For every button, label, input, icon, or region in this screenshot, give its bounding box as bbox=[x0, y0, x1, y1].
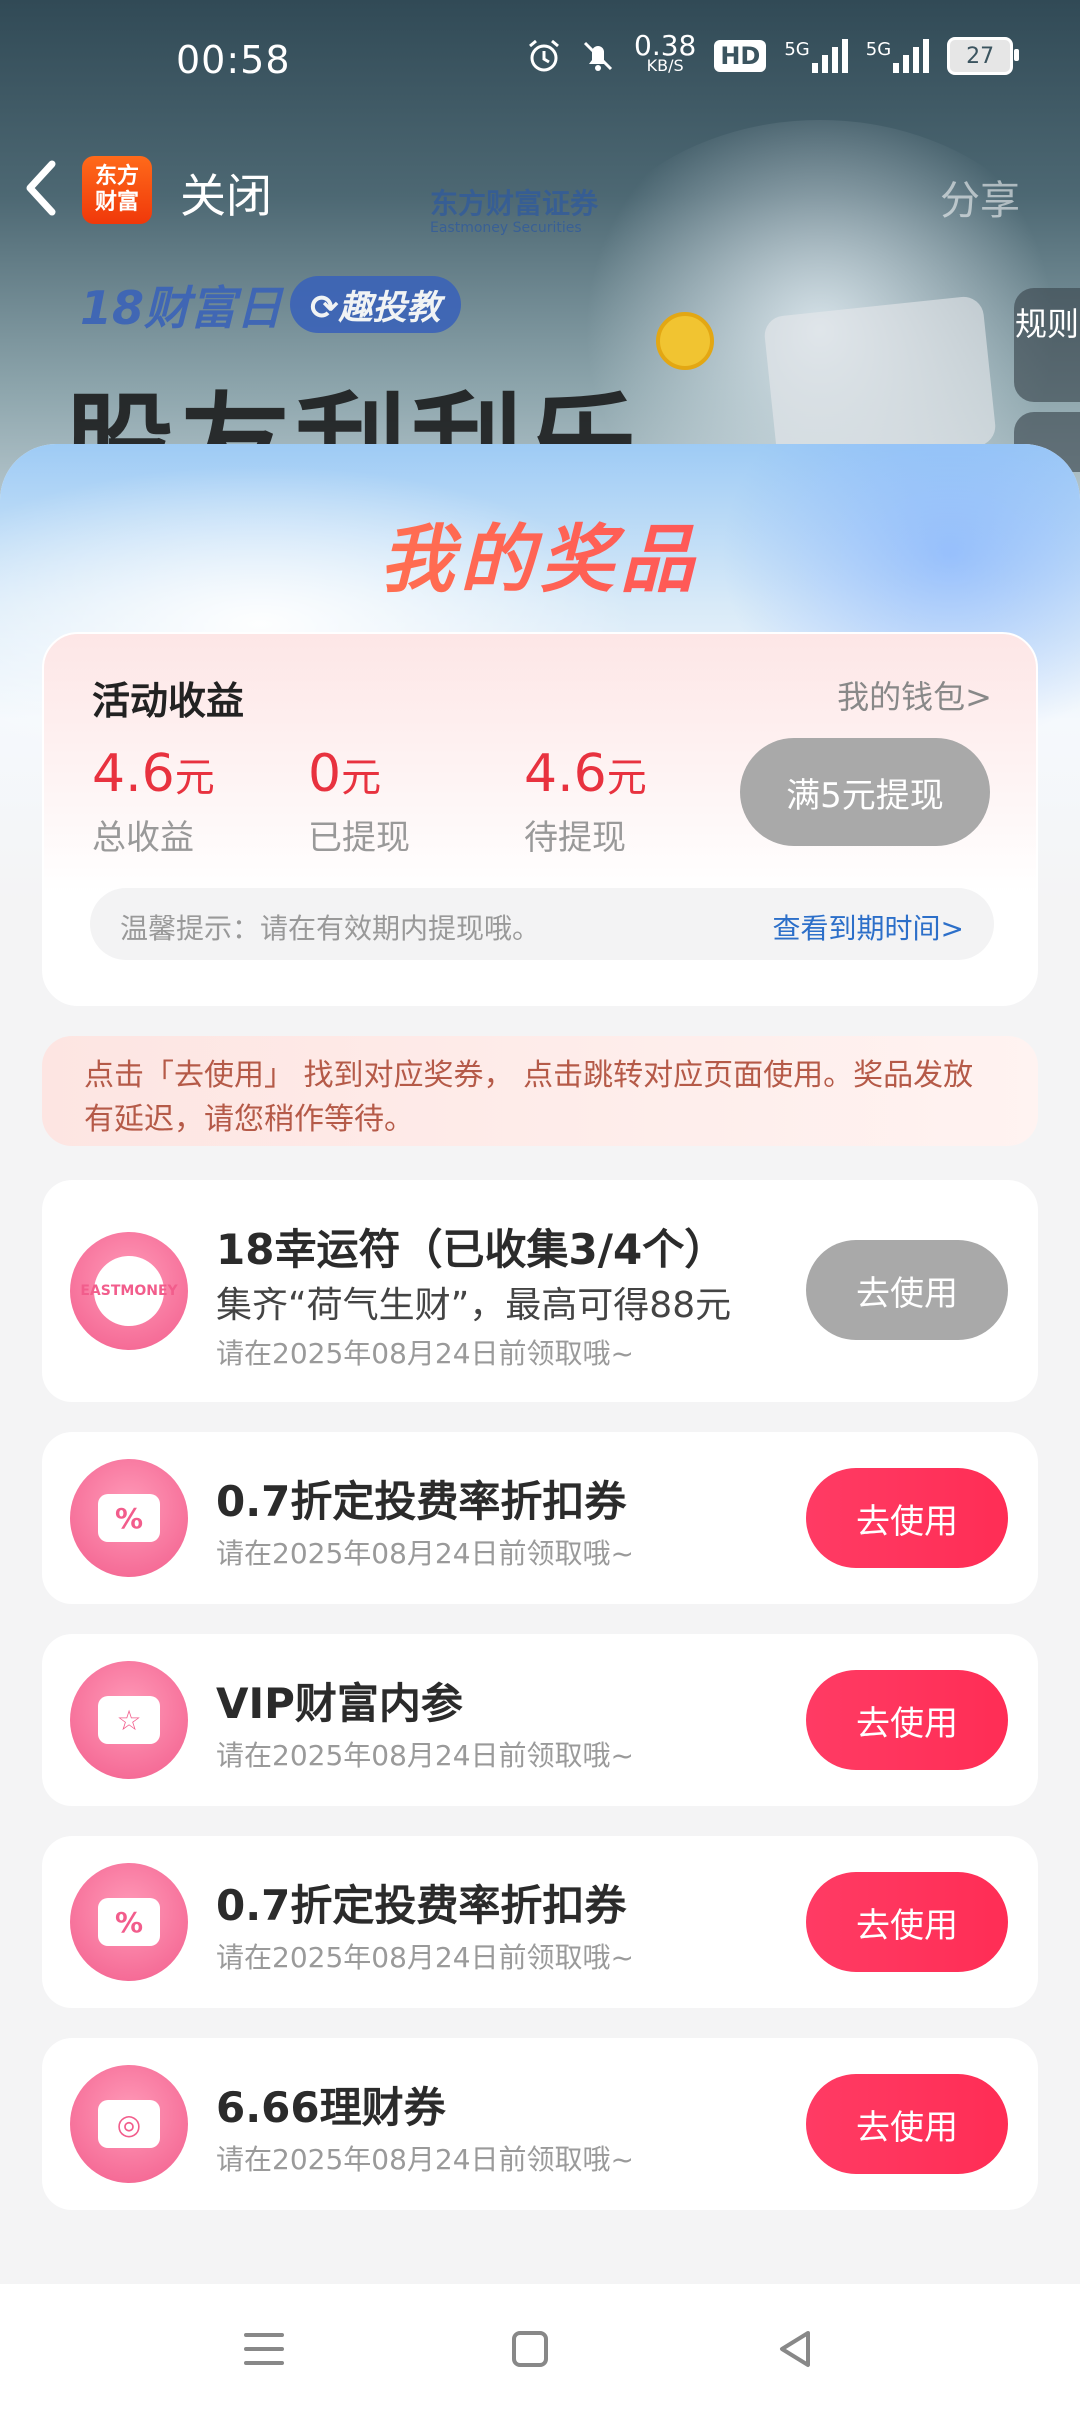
ticket-glyph: ◎ bbox=[98, 2100, 160, 2148]
share-button[interactable]: 分享 bbox=[940, 168, 1020, 226]
signal-icon-2: 5G bbox=[865, 39, 930, 73]
tip-text: 温馨提示：请在有效期内提现哦。 bbox=[120, 912, 541, 945]
use-button[interactable]: 去使用 bbox=[806, 1468, 1008, 1568]
battery-icon: 27 bbox=[947, 37, 1020, 75]
nav-bar: 东方 财富 关闭 东方财富证券 Eastmoney Securities 分享 bbox=[0, 150, 1080, 260]
star-glyph: ☆ bbox=[98, 1696, 160, 1744]
prize-name: 0.7折定投费率折扣券 bbox=[216, 1881, 627, 1930]
prize-name: 6.66理财券 bbox=[216, 2083, 446, 2132]
withdrawn-earnings: 0元 已提现 bbox=[308, 744, 410, 859]
eastmoney-logo: 东方 财富 bbox=[82, 156, 152, 224]
prize-card: % 0.7折定投费率折扣券 请在2025年08月24日前领取哦~ 去使用 bbox=[42, 1432, 1038, 1604]
menu-icon[interactable] bbox=[234, 2324, 294, 2374]
logo-line-2: 财富 bbox=[94, 190, 139, 215]
hd-icon: HD bbox=[714, 40, 767, 72]
withdraw-button[interactable]: 满5元提现 bbox=[740, 738, 990, 846]
eastmoney-badge-icon: EASTMONEY bbox=[70, 1232, 188, 1350]
refresh-icon: ⟳ bbox=[310, 288, 339, 328]
brand-logo: 东方财富证券 Eastmoney Securities bbox=[430, 182, 598, 236]
system-nav-bar bbox=[0, 2284, 1080, 2412]
discount-coupon-icon: % bbox=[70, 1863, 188, 1981]
total-earnings-amount: 4.6元 bbox=[92, 744, 215, 804]
use-button[interactable]: 去使用 bbox=[806, 1240, 1008, 1340]
gift-box-illustration bbox=[762, 294, 998, 468]
total-earnings-unit: 元 bbox=[174, 755, 215, 801]
prize-date: 请在2025年08月24日前领取哦~ bbox=[216, 2143, 634, 2176]
chevron-left-icon bbox=[26, 160, 56, 216]
status-time: 00:58 bbox=[176, 38, 291, 82]
coupon-glyph: % bbox=[98, 1494, 160, 1542]
rules-button[interactable]: 规则 bbox=[1014, 288, 1080, 402]
earnings-title: 活动收益 bbox=[92, 679, 245, 723]
pending-label: 待提现 bbox=[524, 818, 626, 858]
wallet-link[interactable]: 我的钱包> bbox=[837, 672, 992, 718]
usage-notice: 点击「去使用」 找到对应奖券， 点击跳转对应页面使用。奖品发放有延迟，请您稍作等… bbox=[42, 1036, 1038, 1146]
alarm-icon bbox=[526, 38, 562, 74]
home-icon[interactable] bbox=[500, 2324, 560, 2374]
vip-star-ticket-icon: ☆ bbox=[70, 1661, 188, 1779]
withdrawn-label: 已提现 bbox=[308, 818, 410, 858]
prize-card: ☆ VIP财富内参 请在2025年08月24日前领取哦~ 去使用 bbox=[42, 1634, 1038, 1806]
prize-date: 请在2025年08月24日前领取哦~ bbox=[216, 1537, 634, 1570]
pending-earnings: 4.6元 待提现 bbox=[524, 744, 647, 859]
use-button[interactable]: 去使用 bbox=[806, 2074, 1008, 2174]
battery-level: 27 bbox=[966, 43, 995, 69]
prize-sheet: 我的奖品 活动收益 我的钱包> 4.6元 总收益 0元 已提现 4.6元 待提现… bbox=[0, 444, 1080, 2284]
logo-line-1: 东方 bbox=[94, 164, 139, 189]
total-earnings-value: 4.6 bbox=[92, 744, 175, 804]
brand-name: 东方财富证券 bbox=[430, 187, 599, 220]
prize-name: VIP财富内参 bbox=[216, 1679, 463, 1728]
coupon-glyph: % bbox=[98, 1898, 160, 1946]
prize-desc: 集齐“荷气生财”，最高可得88元 bbox=[216, 1285, 732, 1326]
event-badge: ⟳趣投教 bbox=[290, 276, 461, 333]
prize-date: 请在2025年08月24日前领取哦~ bbox=[216, 1941, 634, 1974]
back-triangle-icon[interactable] bbox=[766, 2324, 826, 2374]
withdrawn-value: 0 bbox=[308, 744, 342, 804]
tip-bar: 温馨提示：请在有效期内提现哦。 查看到期时间> bbox=[90, 888, 994, 960]
mute-bell-icon bbox=[580, 38, 616, 74]
prize-date: 请在2025年08月24日前领取哦~ bbox=[216, 1739, 634, 1772]
prize-card: EASTMONEY 18幸运符（已收集3/4个） 集齐“荷气生财”，最高可得88… bbox=[42, 1180, 1038, 1402]
event-badge-label: 趣投教 bbox=[338, 288, 441, 328]
withdrawn-unit: 元 bbox=[341, 755, 382, 801]
sheet-title: 我的奖品 bbox=[0, 500, 1080, 607]
status-bar: 00:58 0.38 KB/S HD 5G 5G 27 bbox=[0, 0, 1080, 120]
prize-name: 18幸运符（已收集3/4个） bbox=[216, 1225, 727, 1274]
net-speed: 0.38 KB/S bbox=[634, 29, 697, 76]
prize-name: 0.7折定投费率折扣券 bbox=[216, 1477, 627, 1526]
signal-5g-label-2: 5G bbox=[865, 39, 892, 60]
signal-icon: 5G bbox=[784, 39, 848, 73]
back-button[interactable] bbox=[20, 156, 80, 226]
brand-sub: Eastmoney Securities bbox=[430, 220, 582, 236]
prize-date: 请在2025年08月24日前领取哦~ bbox=[216, 1337, 634, 1370]
event-tag: 18财富日 bbox=[80, 281, 283, 335]
discount-coupon-icon: % bbox=[70, 1459, 188, 1577]
use-button[interactable]: 去使用 bbox=[806, 1670, 1008, 1770]
coin-icon bbox=[656, 312, 714, 370]
pending-value: 4.6 bbox=[524, 744, 607, 804]
finance-ticket-icon: ◎ bbox=[70, 2065, 188, 2183]
badge-text: EASTMONEY bbox=[80, 1256, 178, 1326]
prize-card: % 0.7折定投费率折扣券 请在2025年08月24日前领取哦~ 去使用 bbox=[42, 1836, 1038, 2008]
net-speed-value: 0.38 bbox=[634, 29, 697, 62]
status-icons: 0.38 KB/S HD 5G 5G 27 bbox=[526, 29, 1020, 76]
use-button[interactable]: 去使用 bbox=[806, 1872, 1008, 1972]
expiry-link[interactable]: 查看到期时间> bbox=[773, 907, 964, 947]
signal-5g-label: 5G bbox=[784, 39, 810, 60]
close-button[interactable]: 关闭 bbox=[180, 160, 272, 226]
pending-unit: 元 bbox=[606, 755, 647, 801]
total-earnings-label: 总收益 bbox=[92, 818, 194, 858]
pending-amount: 4.6元 bbox=[524, 744, 647, 804]
withdrawn-amount: 0元 bbox=[308, 744, 410, 804]
earnings-card: 活动收益 我的钱包> 4.6元 总收益 0元 已提现 4.6元 待提现 满5元提… bbox=[42, 632, 1038, 1006]
prize-card: ◎ 6.66理财券 请在2025年08月24日前领取哦~ 去使用 bbox=[42, 2038, 1038, 2210]
total-earnings: 4.6元 总收益 bbox=[92, 744, 215, 859]
